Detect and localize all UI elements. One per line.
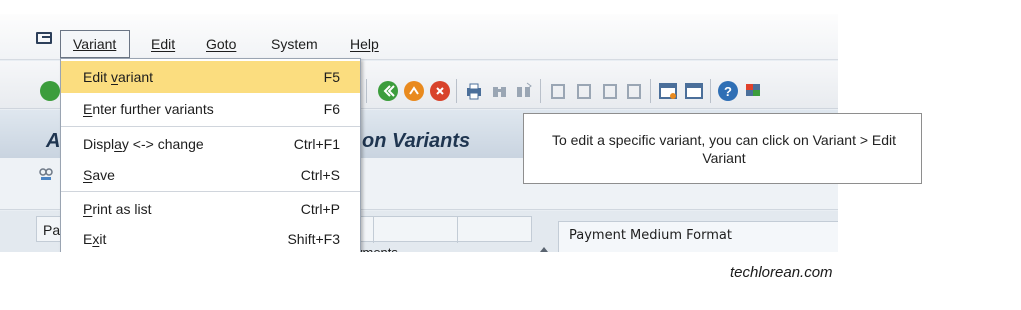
menu-item-display-change[interactable]: Display <-> change Ctrl+F1 — [61, 128, 360, 160]
scroll-up-icon[interactable] — [540, 247, 548, 252]
customize-layout-icon[interactable] — [744, 81, 764, 101]
menu-system[interactable]: System — [271, 36, 318, 52]
menu-separator — [61, 126, 360, 127]
menu-item-shortcut: Ctrl+F1 — [293, 136, 340, 152]
window-top-margin — [0, 0, 838, 14]
payment-medium-format-label: Payment Medium Format — [569, 228, 732, 243]
column-divider — [457, 217, 458, 243]
menu-item-shortcut: F5 — [323, 69, 340, 85]
menu-edit[interactable]: Edit — [151, 36, 175, 52]
create-session-icon[interactable] — [658, 81, 678, 101]
menu-item-label: Display <-> change — [83, 136, 204, 152]
last-page-icon[interactable] — [624, 81, 644, 101]
table-cell: yments — [356, 245, 398, 252]
page-title-first-letter: A — [46, 130, 61, 152]
first-page-icon[interactable] — [548, 81, 568, 101]
toolbar-separator — [366, 79, 367, 103]
annotation-callout: To edit a specific variant, you can clic… — [523, 113, 922, 184]
previous-page-icon[interactable] — [574, 81, 594, 101]
variant-icon[interactable] — [38, 166, 54, 182]
variant-dropdown-menu: Edit variant F5 Enter further variants F… — [60, 58, 361, 252]
toolbar-separator — [540, 79, 541, 103]
toolbar-separator — [650, 79, 651, 103]
menubar: Variant Edit Goto System Help — [0, 14, 838, 60]
menu-item-label: Save — [83, 167, 115, 183]
menu-goto[interactable]: Goto — [206, 36, 236, 52]
menu-item-print-as-list[interactable]: Print as list Ctrl+P — [61, 193, 360, 225]
watermark-text: techlorean.com — [730, 264, 833, 281]
exit-icon[interactable] — [404, 81, 424, 101]
system-menu-icon[interactable] — [36, 32, 52, 44]
menu-item-label: Exit — [83, 231, 107, 247]
cancel-icon[interactable] — [430, 81, 450, 101]
find-icon[interactable] — [490, 81, 510, 101]
svg-text:?: ? — [724, 84, 732, 99]
menu-item-shortcut: Ctrl+P — [300, 201, 340, 217]
toolbar-separator — [456, 79, 457, 103]
menu-item-label: Print as list — [83, 201, 152, 217]
menu-help[interactable]: Help — [350, 36, 379, 52]
enter-check-icon[interactable] — [40, 81, 60, 101]
menu-item-label: Edit variant — [83, 69, 154, 85]
payment-medium-format-box: Payment Medium Format — [558, 221, 838, 252]
menu-item-label: Enter further variants — [83, 101, 214, 117]
column-header: Pa — [43, 222, 61, 238]
toolbar-separator — [710, 79, 711, 103]
callout-text: To edit a specific variant, you can clic… — [551, 132, 897, 166]
page-title: on Variants — [362, 130, 471, 152]
next-page-icon[interactable] — [600, 81, 620, 101]
print-icon[interactable] — [464, 81, 484, 101]
generate-shortcut-icon[interactable] — [684, 81, 704, 101]
menu-item-edit-variant[interactable]: Edit variant F5 — [61, 61, 360, 93]
menu-item-exit[interactable]: Exit Shift+F3 — [61, 223, 360, 252]
menu-variant-label: Variant — [73, 36, 117, 52]
menu-item-save[interactable]: Save Ctrl+S — [61, 159, 360, 191]
menu-variant[interactable]: Variant — [60, 30, 130, 58]
find-next-icon[interactable] — [514, 81, 534, 101]
help-icon[interactable]: ? — [718, 81, 738, 101]
menu-item-shortcut: F6 — [323, 101, 340, 117]
menu-separator — [61, 191, 360, 192]
back-icon[interactable] — [378, 81, 398, 101]
column-divider — [373, 217, 374, 243]
menu-item-shortcut: Ctrl+S — [300, 167, 340, 183]
menu-item-enter-further-variants[interactable]: Enter further variants F6 — [61, 93, 360, 125]
menu-item-shortcut: Shift+F3 — [287, 231, 340, 247]
